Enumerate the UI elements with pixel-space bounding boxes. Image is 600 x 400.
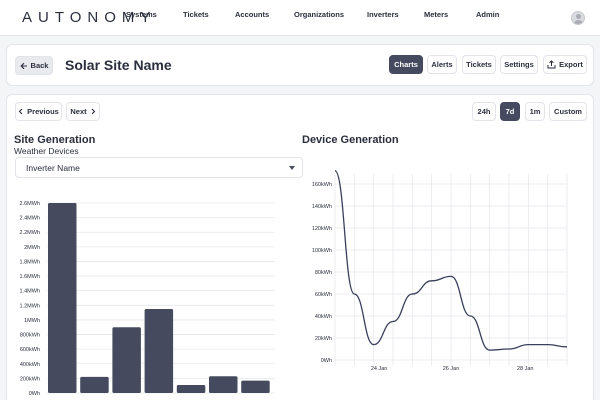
y-tick-label: 2MWh [24, 245, 40, 251]
export-label: Export [559, 60, 583, 69]
bar[interactable] [48, 203, 77, 393]
y-tick-label: 800kWh [20, 333, 40, 339]
site-generation-chart: 0Wh 200kWh 400kWh 600kWh 800kWh 1MWh 1.2MWh 1.4… [20, 201, 275, 397]
nav-tickets[interactable]: Tickets [183, 10, 209, 19]
range-24h[interactable]: 24h [472, 102, 496, 121]
site-generation-title: Site Generation [14, 134, 96, 146]
site-header: Back Solar Site Name Charts Alerts Ticke… [6, 44, 594, 86]
chevron-left-icon [18, 108, 23, 115]
user-avatar[interactable] [571, 11, 585, 25]
y-tick-label: 600kWh [20, 347, 40, 353]
nav-admin[interactable]: Admin [476, 10, 499, 19]
range-1m[interactable]: 1m [525, 102, 545, 121]
page-title: Solar Site Name [65, 57, 172, 73]
y-tick-label: 80kWh [315, 270, 332, 276]
previous-label: Previous [27, 107, 59, 116]
y-tick-label: 120kWh [312, 226, 332, 232]
nav-meters[interactable]: Meters [424, 10, 448, 19]
y-tick-label: 2.4MWh [20, 216, 40, 222]
nav-inverters[interactable]: Inverters [367, 10, 399, 19]
tab-charts[interactable]: Charts [389, 55, 423, 74]
export-icon [547, 60, 556, 69]
tab-settings[interactable]: Settings [500, 55, 538, 74]
y-tick-label: 100kWh [312, 248, 332, 254]
chevron-right-icon [91, 108, 95, 115]
y-tick-label: 0Wh [321, 358, 332, 364]
y-tick-label: 160kWh [312, 182, 332, 188]
x-tick-label: 24 Jan [371, 366, 388, 372]
arrow-left-icon [19, 62, 27, 69]
nav-systems[interactable]: Systems [126, 10, 157, 19]
y-tick-label: 0Wh [29, 391, 40, 397]
y-tick-label: 40kWh [315, 314, 332, 320]
tab-alerts[interactable]: Alerts [427, 55, 457, 74]
next-label: Next [70, 107, 87, 116]
device-generation-title: Device Generation [302, 134, 399, 146]
y-tick-label: 2.6MWh [20, 201, 40, 207]
back-button[interactable]: Back [15, 56, 53, 75]
bar[interactable] [176, 384, 206, 393]
y-tick-label: 20kWh [315, 336, 332, 342]
y-tick-label: 1.6MWh [20, 274, 40, 280]
bar[interactable] [112, 327, 141, 393]
charts-panel: Previous Next 24h 7d 1m Custom Site Gene… [6, 94, 594, 400]
next-button[interactable]: Next [66, 102, 100, 121]
y-tick-label: 1.4MWh [20, 289, 40, 295]
range-custom[interactable]: Custom [549, 102, 587, 121]
y-tick-label: 1MWh [24, 318, 40, 324]
y-tick-label: 1.2MWh [20, 303, 40, 309]
site-generation-subtitle: Weather Devices [14, 146, 79, 156]
inverter-select-value: Inverter Name [26, 162, 80, 173]
y-tick-label: 400kWh [20, 362, 40, 368]
range-7d[interactable]: 7d [500, 102, 520, 121]
export-button[interactable]: Export [543, 55, 587, 74]
inverter-select[interactable]: Inverter Name [15, 157, 303, 178]
tab-tickets[interactable]: Tickets [462, 55, 496, 74]
bar[interactable] [144, 308, 174, 393]
y-tick-label: 1.8MWh [20, 259, 40, 265]
x-tick-label: 28 Jan [517, 366, 534, 372]
y-tick-label: 140kWh [312, 204, 332, 210]
back-label: Back [30, 61, 49, 70]
device-generation-chart: 0Wh 20kWh 40kWh 60kWh 80kWh 100kWh 120kWh 140kW… [312, 170, 568, 372]
y-tick-label: 60kWh [315, 292, 332, 298]
previous-button[interactable]: Previous [15, 102, 62, 121]
bar[interactable] [241, 380, 270, 393]
y-tick-label: 2.2MWh [20, 230, 40, 236]
nav-accounts[interactable]: Accounts [235, 10, 269, 19]
top-navbar: AUTONOMY Systems Tickets Accounts Organi… [0, 0, 600, 36]
bar[interactable] [80, 376, 109, 393]
x-tick-label: 26 Jan [443, 366, 460, 372]
nav-organizations[interactable]: Organizations [294, 10, 344, 19]
y-tick-label: 200kWh [20, 376, 40, 382]
bar[interactable] [209, 376, 238, 393]
